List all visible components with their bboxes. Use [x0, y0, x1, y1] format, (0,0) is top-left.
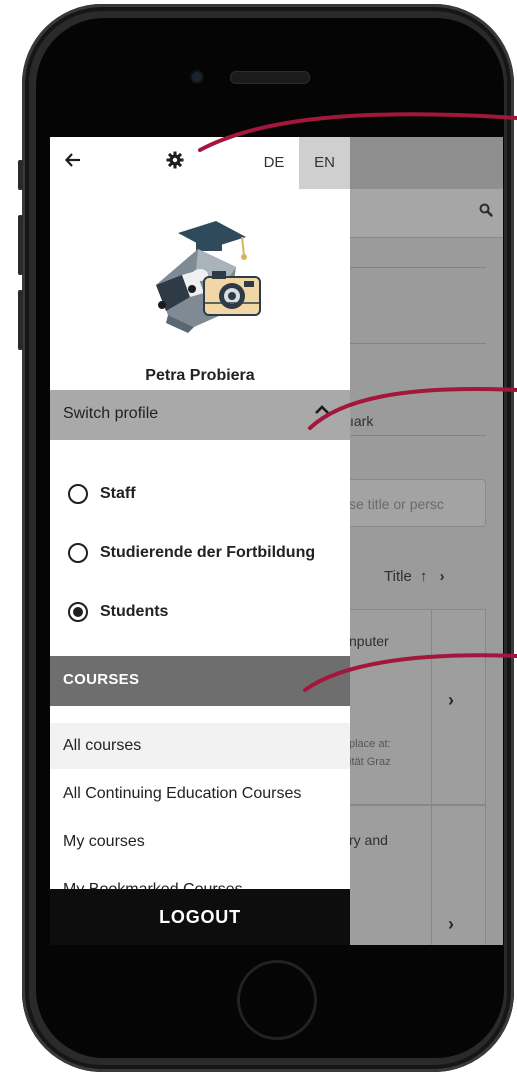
sort-chevron-icon[interactable]: ›: [440, 568, 445, 585]
logout-label: LOGOUT: [159, 907, 241, 927]
logout-button[interactable]: LOGOUT: [50, 889, 350, 945]
profile-option-label: Students: [100, 603, 169, 620]
radio-button[interactable]: [68, 543, 88, 563]
volume-up-button: [18, 215, 23, 275]
course-location-line: place at:: [349, 738, 391, 750]
nav-all-courses[interactable]: All courses: [50, 723, 350, 769]
sort-title-label[interactable]: Title ↑ ›: [384, 568, 445, 585]
mute-switch: [18, 160, 23, 190]
course-card[interactable]: nputer place at: ität Graz ›: [344, 609, 486, 805]
gear-icon[interactable]: [162, 150, 188, 176]
navigation-drawer: DE EN Petra Probiera Switch profile Staf…: [50, 137, 350, 945]
profile-option-label: Staff: [100, 485, 136, 502]
language-en-button[interactable]: EN: [299, 137, 350, 189]
background-course-list: ıark se title or persc Title ↑ › nputer …: [344, 137, 503, 945]
nav-all-continuing-education-courses[interactable]: All Continuing Education Courses: [50, 771, 350, 817]
card-divider: [431, 806, 432, 945]
course-card[interactable]: ry and ›: [344, 805, 486, 945]
volume-down-button: [18, 290, 23, 350]
card-divider: [431, 610, 432, 804]
profile-option-continuing-education[interactable]: Studierende der Fortbildung: [68, 535, 315, 571]
home-button[interactable]: [237, 960, 317, 1040]
front-camera: [192, 72, 202, 82]
sort-ascending-icon: ↑: [419, 568, 428, 585]
divider: [350, 435, 486, 436]
divider: [350, 343, 486, 344]
profile-option-students[interactable]: Students: [68, 594, 168, 630]
chevron-right-icon[interactable]: ›: [448, 914, 454, 935]
radio-button-selected[interactable]: [68, 602, 88, 622]
course-location-line: ität Graz: [349, 756, 391, 768]
chevron-up-icon[interactable]: [314, 402, 330, 418]
chevron-right-icon[interactable]: ›: [448, 690, 454, 711]
profile-option-staff[interactable]: Staff: [68, 476, 136, 512]
app-screen: ıark se title or persc Title ↑ › nputer …: [50, 137, 503, 945]
divider: [350, 267, 486, 268]
courses-header-label: COURSES: [63, 671, 140, 688]
drawer-header: DE EN: [50, 137, 350, 189]
course-title: ry and: [349, 832, 388, 848]
background-search-bar[interactable]: [350, 189, 503, 238]
search-icon[interactable]: [479, 203, 493, 222]
profile-option-label: Studierende der Fortbildung: [100, 544, 316, 561]
sort-label: Title: [384, 568, 412, 585]
user-name: Petra Probiera: [145, 367, 255, 384]
switch-profile-label: Switch profile: [63, 405, 159, 422]
language-de-button[interactable]: DE: [250, 137, 298, 189]
raccoon-avatar: [138, 215, 268, 335]
earpiece-speaker: [230, 71, 310, 84]
radio-button[interactable]: [68, 484, 88, 504]
switch-profile-toggle[interactable]: Switch profile: [50, 390, 350, 440]
course-search-input[interactable]: se title or persc: [344, 479, 486, 527]
back-arrow-icon[interactable]: [64, 150, 90, 176]
courses-section-header: COURSES: [50, 656, 350, 706]
background-header: [350, 137, 503, 189]
bookmark-filter-label[interactable]: ıark: [350, 413, 373, 429]
course-title: nputer: [349, 633, 389, 649]
nav-my-courses[interactable]: My courses: [50, 819, 350, 865]
